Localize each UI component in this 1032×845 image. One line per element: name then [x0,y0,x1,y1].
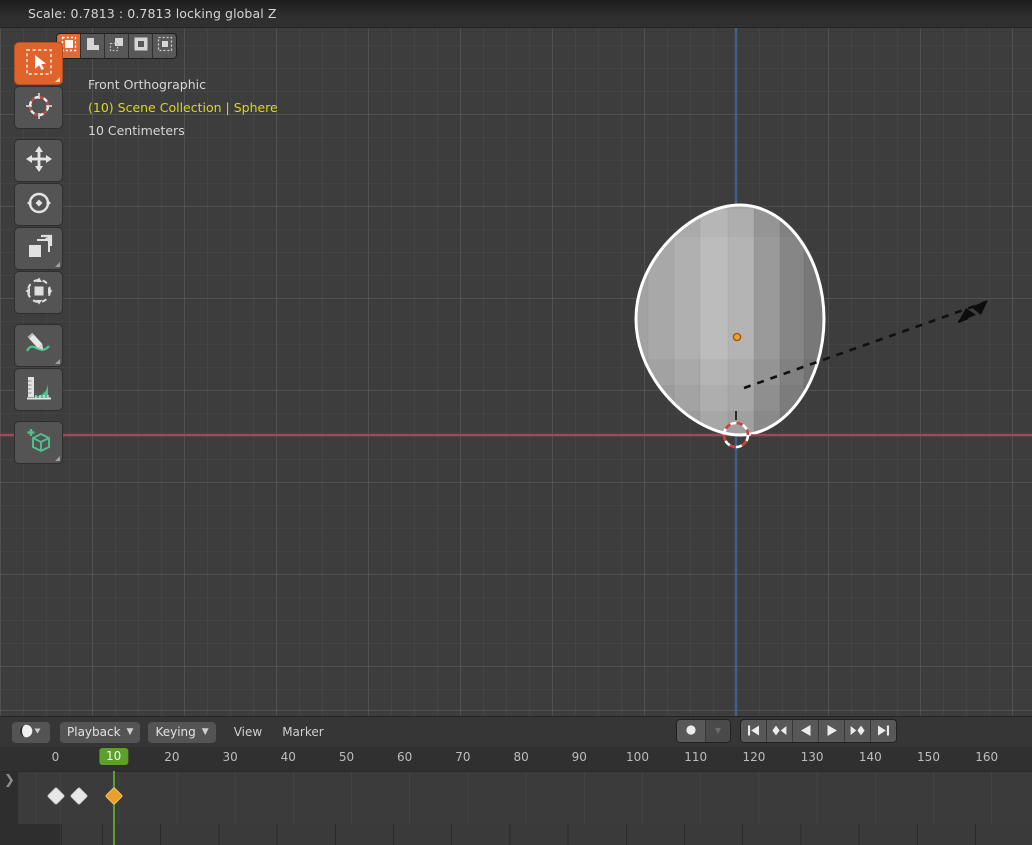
jump-to-endpoint-start-icon [746,722,761,741]
tool-expand-corner[interactable] [55,456,60,461]
auto-keying-record-button[interactable] [677,720,705,742]
timeline-frame-separators [18,772,1032,825]
transform-tool-button[interactable] [14,271,63,314]
playback-menu-label: Playback [67,725,121,739]
3d-viewport[interactable]: Front Orthographic (10) Scene Collection… [0,28,1032,716]
3d-cursor [712,411,760,463]
tool-expand-corner[interactable] [55,262,60,267]
auto-keying-options-dropdown[interactable]: ▼ [705,720,730,742]
invert-existing-selection-button[interactable] [129,34,153,58]
play-reverse-icon [799,722,813,741]
rotate-icon [24,188,54,222]
timeline-tick-label: 70 [455,750,470,764]
marker-menu[interactable]: Marker [272,725,333,739]
viewport-scene-collection: (10) Scene Collection | Sphere [88,96,278,119]
intersect-existing-selection-button[interactable] [153,34,176,58]
play-button[interactable] [819,720,845,742]
tweak-select-tool-button[interactable] [14,42,63,85]
timeline-tick-label: 140 [859,750,882,764]
timeline-tick-label: 130 [801,750,824,764]
jump-to-end-button[interactable] [871,720,896,742]
add-cube-icon [24,426,54,460]
chevron-right-icon[interactable]: ❯ [4,774,15,787]
box-select-intersect-icon [157,36,173,56]
timeline-channel-region: ❯ [0,772,18,825]
jump-to-start-button[interactable] [741,720,767,742]
timeline-tick-label: 50 [339,750,354,764]
timeline-tick-label: 90 [572,750,587,764]
tool-expand-corner[interactable] [55,77,60,82]
scale-gesture-arrow [740,288,1010,402]
playback-menu[interactable]: Playback ▼ [60,722,140,743]
extend-existing-selection-button[interactable] [81,34,105,58]
box-select-extend-icon [85,36,101,56]
status-bar: Scale: 0.7813 : 0.7813 locking global Z [0,0,1032,28]
scale-icon [24,232,54,266]
timeline-editor-icon [18,723,44,742]
move-arrows-icon [24,144,54,178]
chevron-down-icon: ▼ [202,728,209,737]
timeline-tick-label: 120 [742,750,765,764]
pencil-annotate-icon [24,329,54,363]
view-menu[interactable]: View [224,725,272,739]
playhead-line[interactable] [113,771,115,845]
move-tool-button[interactable] [14,139,63,182]
rotate-tool-button[interactable] [14,183,63,226]
jump-to-endpoint-end-icon [876,722,891,741]
box-select-invert-icon [133,36,149,56]
viewport-info-overlay: Front Orthographic (10) Scene Collection… [88,73,278,142]
keying-menu[interactable]: Keying ▼ [148,722,215,743]
ruler-measure-icon [24,373,54,407]
keying-menu-label: Keying [155,725,195,739]
playback-controls[interactable]: ▼ [676,719,897,743]
select-mode-button-group[interactable] [56,33,177,59]
viewport-toolbar[interactable] [14,42,63,465]
viewport-view-name: Front Orthographic [88,73,278,96]
timeline-tick-label: 80 [513,750,528,764]
measure-tool-button[interactable] [14,368,63,411]
annotate-tool-button[interactable] [14,324,63,367]
x-axis-line [0,434,1032,436]
prev-keyframe-icon [771,722,788,741]
current-frame-indicator[interactable]: 10 [99,748,128,765]
timeline-scrollbar-region[interactable] [0,824,1032,845]
status-bar-text: Scale: 0.7813 : 0.7813 locking global Z [28,6,277,21]
timeline-tick-label: 110 [684,750,707,764]
timeline-keyframe-area[interactable]: ❯ [0,771,1032,825]
timeline-tick-label: 40 [281,750,296,764]
viewport-grid-scale: 10 Centimeters [88,119,278,142]
timeline-tick-label: 0 [52,750,60,764]
next-keyframe-icon [849,722,866,741]
timeline-tick-label: 60 [397,750,412,764]
timeline-tick-label: 150 [917,750,940,764]
transport-button-group[interactable] [740,719,897,743]
record-circle-icon [684,722,698,741]
cursor-tool-button[interactable] [14,86,63,129]
box-select-subtract-icon [109,36,125,56]
editor-type-selector[interactable] [12,722,50,743]
add-cube-tool-button[interactable] [14,421,63,464]
timeline-scrollbar-track[interactable] [60,824,1032,845]
tool-expand-corner[interactable] [55,359,60,364]
play-icon [825,722,839,741]
timeline-ruler[interactable]: 0 20 30 40 50 60 70 80 90 100 110 120 130 140 150 160 10 [0,747,1032,771]
record-button-group[interactable]: ▼ [676,719,731,743]
transform-icon [24,276,54,310]
play-reverse-button[interactable] [793,720,819,742]
3d-cursor-icon [24,91,54,125]
chevron-down-icon: ▼ [127,728,134,737]
timeline-tick-label: 20 [164,750,179,764]
cursor-arrow-box-icon [24,47,54,81]
scale-tool-button[interactable] [14,227,63,270]
timeline-tick-label: 160 [975,750,998,764]
chevron-down-icon: ▼ [715,727,721,735]
timeline-tick-label: 30 [222,750,237,764]
jump-to-next-keyframe-button[interactable] [845,720,871,742]
timeline-tick-label: 100 [626,750,649,764]
subtract-existing-selection-button[interactable] [105,34,129,58]
jump-to-prev-keyframe-button[interactable] [767,720,793,742]
